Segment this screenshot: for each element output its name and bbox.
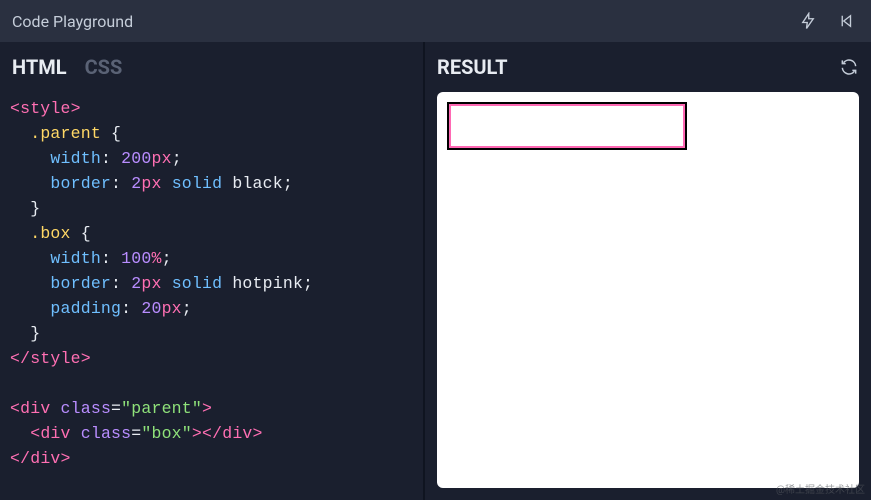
code-token: 2 (131, 174, 141, 193)
code-token: <style> (10, 99, 81, 118)
code-token: hotpink (232, 274, 303, 293)
app-title: Code Playground (12, 12, 133, 31)
skip-start-icon[interactable] (837, 12, 855, 30)
result-title: RESULT (437, 55, 508, 79)
editor-tabs: HTML CSS (12, 55, 122, 79)
watermark: @稀土掘金技术社区 (776, 481, 865, 496)
code-token: ; (172, 149, 182, 168)
code-token: = (131, 424, 141, 443)
code-token (71, 424, 81, 443)
code-token: : (111, 174, 131, 193)
preview-box (449, 104, 685, 148)
code-token: div (222, 424, 252, 443)
code-token: % (151, 249, 161, 268)
code-token: 100 (121, 249, 151, 268)
code-token: div (30, 449, 60, 468)
code-token: < (10, 399, 20, 418)
code-token: border (50, 274, 111, 293)
code-token: : (101, 249, 121, 268)
code-token: 200 (121, 149, 151, 168)
code-token: ; (162, 249, 172, 268)
code-token: width (50, 149, 101, 168)
code-token: : (121, 299, 141, 318)
code-token: } (30, 324, 40, 343)
code-token: = (111, 399, 121, 418)
code-editor[interactable]: <style> .parent { width: 200px; border: … (0, 92, 423, 500)
code-token: solid (172, 274, 223, 293)
code-token (162, 174, 172, 193)
code-token: width (50, 249, 101, 268)
code-token: px (141, 174, 161, 193)
code-token: class (61, 399, 112, 418)
code-token: </ (10, 449, 30, 468)
code-token: > (61, 449, 71, 468)
code-token: div (20, 399, 50, 418)
titlebar-actions (799, 12, 855, 30)
titlebar: Code Playground (0, 0, 871, 42)
code-token: padding (50, 299, 121, 318)
code-token: border (50, 174, 111, 193)
code-token: < (30, 424, 40, 443)
code-token: : (101, 149, 121, 168)
code-token: px (151, 149, 171, 168)
code-token: ; (283, 174, 293, 193)
code-token (222, 174, 232, 193)
code-token: : (111, 274, 131, 293)
result-pane: RESULT (425, 42, 871, 500)
editor-pane: HTML CSS <style> .parent { width: 200px;… (0, 42, 425, 500)
refresh-icon[interactable] (839, 57, 859, 77)
code-token: </style> (10, 349, 91, 368)
code-token (222, 274, 232, 293)
bolt-icon[interactable] (799, 12, 817, 30)
code-token: > (192, 424, 202, 443)
code-token: "parent" (121, 399, 202, 418)
code-token (50, 399, 60, 418)
code-token: } (30, 199, 40, 218)
code-token: </ (202, 424, 222, 443)
code-token: px (162, 299, 182, 318)
main: HTML CSS <style> .parent { width: 200px;… (0, 42, 871, 500)
code-token: .parent (30, 124, 101, 143)
preview-parent (447, 102, 687, 150)
code-token: class (81, 424, 132, 443)
tab-css[interactable]: CSS (85, 55, 123, 79)
code-token: solid (172, 174, 223, 193)
tab-html[interactable]: HTML (12, 55, 67, 79)
code-token: > (253, 424, 263, 443)
code-token: black (232, 174, 283, 193)
result-header: RESULT (425, 42, 871, 92)
code-token: px (141, 274, 161, 293)
code-token: .box (30, 224, 70, 243)
code-token: { (101, 124, 121, 143)
result-canvas (437, 92, 859, 488)
code-token: ; (182, 299, 192, 318)
code-token: 2 (131, 274, 141, 293)
editor-header: HTML CSS (0, 42, 423, 92)
code-token (162, 274, 172, 293)
code-token: 20 (141, 299, 161, 318)
code-token: { (71, 224, 91, 243)
code-token: > (202, 399, 212, 418)
code-token: ; (303, 274, 313, 293)
code-token: "box" (141, 424, 192, 443)
code-token: div (40, 424, 70, 443)
